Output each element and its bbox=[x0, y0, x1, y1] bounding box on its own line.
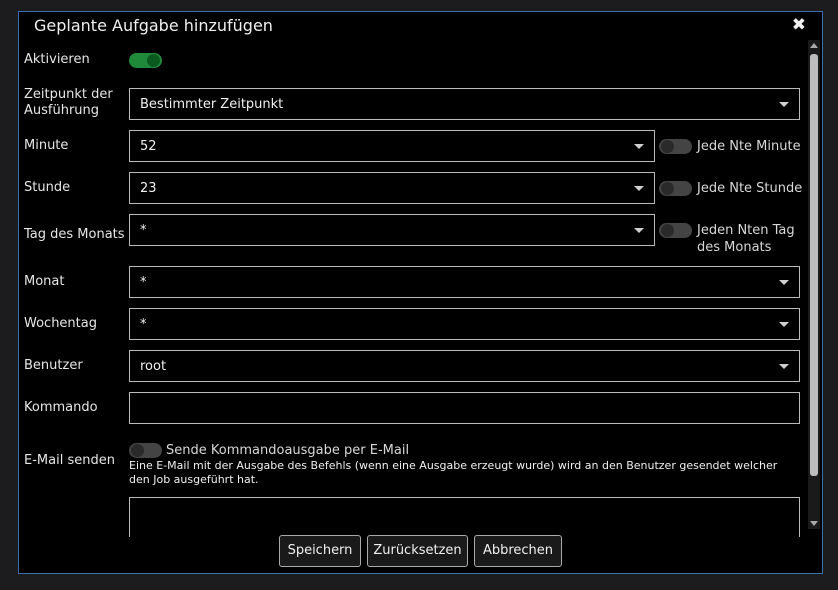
weekday-label: Wochentag bbox=[24, 316, 97, 331]
toggle-knob bbox=[147, 54, 160, 67]
vertical-scrollbar[interactable] bbox=[808, 40, 820, 529]
execution-time-label-line2: Ausführung bbox=[24, 103, 100, 118]
save-button[interactable]: Speichern bbox=[279, 535, 361, 567]
weekday-value: * bbox=[140, 317, 147, 332]
minute-label: Minute bbox=[24, 138, 69, 153]
reset-button[interactable]: Zurücksetzen bbox=[367, 535, 468, 567]
scroll-up-arrow-icon[interactable] bbox=[810, 43, 818, 48]
scroll-thumb[interactable] bbox=[810, 54, 818, 476]
day-of-month-label: Tag des Monats bbox=[24, 227, 125, 242]
minute-value: 52 bbox=[140, 139, 157, 154]
chevron-down-icon bbox=[779, 102, 789, 107]
execution-time-label: Zeitpunkt der Ausführung bbox=[24, 87, 113, 119]
email-label: E-Mail senden bbox=[24, 453, 115, 468]
command-label: Kommando bbox=[24, 400, 98, 415]
chevron-down-icon bbox=[779, 364, 789, 369]
chevron-down-icon bbox=[634, 186, 644, 191]
day-of-month-value: * bbox=[140, 223, 147, 238]
every-nth-day-label-line2: des Monats bbox=[697, 240, 772, 255]
toggle-knob bbox=[131, 444, 144, 457]
toggle-knob bbox=[661, 182, 674, 195]
month-label: Monat bbox=[24, 274, 65, 289]
add-scheduled-task-dialog: Geplante Aufgabe hinzufügen ✖ Aktivieren… bbox=[18, 11, 823, 574]
every-nth-hour-toggle[interactable] bbox=[659, 181, 692, 196]
close-icon[interactable]: ✖ bbox=[792, 15, 806, 35]
user-value: root bbox=[140, 359, 167, 374]
toggle-knob bbox=[661, 224, 674, 237]
activate-label: Aktivieren bbox=[24, 52, 90, 67]
month-select[interactable]: * bbox=[129, 266, 800, 298]
send-email-toggle-label: Sende Kommandoausgabe per E-Mail bbox=[166, 443, 410, 458]
every-nth-minute-label: Jede Nte Minute bbox=[697, 139, 801, 154]
hour-select[interactable]: 23 bbox=[129, 172, 655, 204]
chevron-down-icon bbox=[779, 280, 789, 285]
hour-label: Stunde bbox=[24, 180, 71, 195]
email-textarea[interactable] bbox=[129, 497, 800, 537]
weekday-select[interactable]: * bbox=[129, 308, 800, 340]
every-nth-day-label-line1: Jeden Nten Tag bbox=[697, 223, 795, 238]
chevron-down-icon bbox=[779, 322, 789, 327]
execution-time-select[interactable]: Bestimmter Zeitpunkt bbox=[129, 88, 800, 120]
minute-select[interactable]: 52 bbox=[129, 130, 655, 162]
day-of-month-select[interactable]: * bbox=[129, 214, 655, 246]
command-input[interactable] bbox=[129, 392, 800, 424]
user-select[interactable]: root bbox=[129, 350, 800, 382]
every-nth-day-label: Jeden Nten Tag des Monats bbox=[697, 222, 795, 256]
execution-time-value: Bestimmter Zeitpunkt bbox=[140, 97, 284, 112]
user-label: Benutzer bbox=[24, 358, 83, 373]
chevron-down-icon bbox=[634, 144, 644, 149]
activate-toggle[interactable] bbox=[129, 53, 162, 68]
chevron-down-icon bbox=[634, 228, 644, 233]
every-nth-hour-label: Jede Nte Stunde bbox=[697, 181, 803, 196]
every-nth-minute-toggle[interactable] bbox=[659, 139, 692, 154]
email-info-text: Eine E-Mail mit der Ausgabe des Befehls … bbox=[129, 459, 778, 486]
month-value: * bbox=[140, 275, 147, 290]
execution-time-label-line1: Zeitpunkt der bbox=[24, 87, 113, 102]
dialog-title: Geplante Aufgabe hinzufügen bbox=[34, 16, 273, 35]
hour-value: 23 bbox=[140, 181, 157, 196]
toggle-knob bbox=[661, 140, 674, 153]
cancel-button[interactable]: Abbrechen bbox=[474, 535, 562, 567]
send-email-toggle[interactable] bbox=[129, 443, 162, 458]
scroll-down-arrow-icon[interactable] bbox=[810, 521, 818, 526]
every-nth-day-toggle[interactable] bbox=[659, 223, 692, 238]
